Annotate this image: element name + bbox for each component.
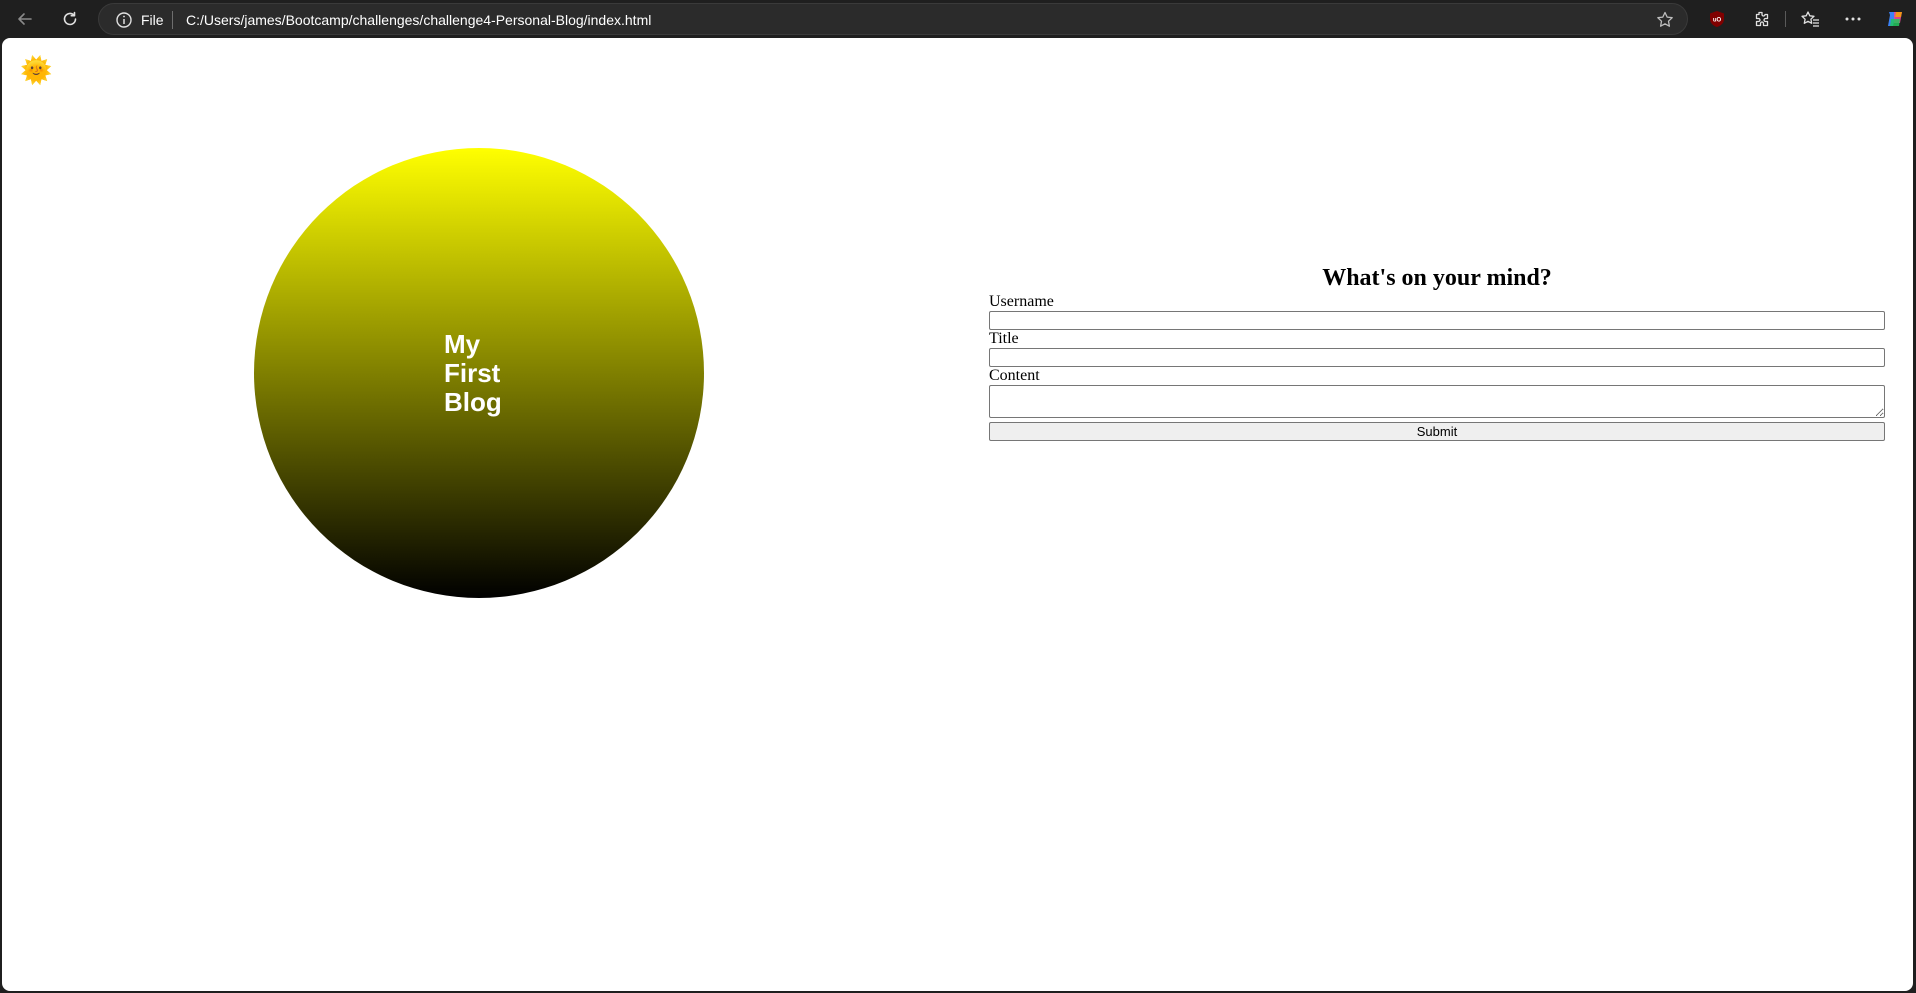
page-viewport: 🌞 My First Blog What's on your mind? Use… (2, 38, 1913, 991)
content-label: Content (989, 367, 1040, 384)
copilot-icon (1888, 12, 1902, 26)
blog-post-form: What's on your mind? Username Title Cont… (989, 263, 1885, 441)
blog-title-line: My (444, 329, 481, 359)
browser-toolbar: File C:/Users/james/Bootcamp/challenges/… (0, 0, 1916, 38)
form-heading: What's on your mind? (1322, 265, 1552, 291)
username-input[interactable] (989, 311, 1885, 330)
favorites-button[interactable] (1799, 8, 1821, 30)
url-text[interactable]: C:/Users/james/Bootcamp/challenges/chall… (186, 12, 651, 28)
back-button[interactable] (12, 6, 38, 32)
svg-text:uO: uO (1713, 18, 1722, 24)
address-scheme-label: File (141, 12, 164, 28)
info-icon[interactable] (115, 11, 133, 29)
theme-toggle-button[interactable]: 🌞 (20, 56, 52, 84)
title-input[interactable] (989, 348, 1885, 367)
blog-title-circle: My First Blog (254, 148, 704, 598)
title-label: Title (989, 330, 1019, 347)
star-icon[interactable] (1655, 10, 1675, 30)
copilot-button[interactable] (1884, 8, 1906, 30)
back-arrow-icon (18, 13, 32, 25)
more-button[interactable] (1842, 8, 1864, 30)
submit-button[interactable]: Submit (989, 422, 1885, 441)
toolbar-divider (1785, 11, 1786, 27)
address-bar[interactable]: File C:/Users/james/Bootcamp/challenges/… (98, 3, 1688, 35)
blog-title-line: Blog (444, 387, 502, 417)
blog-title-line: First (444, 358, 501, 388)
extensions-button[interactable] (1750, 8, 1772, 30)
ublock-origin-button[interactable]: uO (1706, 8, 1728, 30)
more-icon (1845, 17, 1861, 21)
extensions-icon (1755, 11, 1769, 27)
address-divider (172, 11, 173, 29)
reload-icon (63, 11, 77, 26)
username-label: Username (989, 293, 1054, 310)
reload-button[interactable] (57, 6, 83, 32)
blog-title: My First Blog (444, 330, 524, 417)
ublock-origin-icon: uO (1710, 11, 1724, 27)
content-textarea[interactable] (989, 385, 1885, 418)
favorites-icon (1801, 11, 1819, 27)
